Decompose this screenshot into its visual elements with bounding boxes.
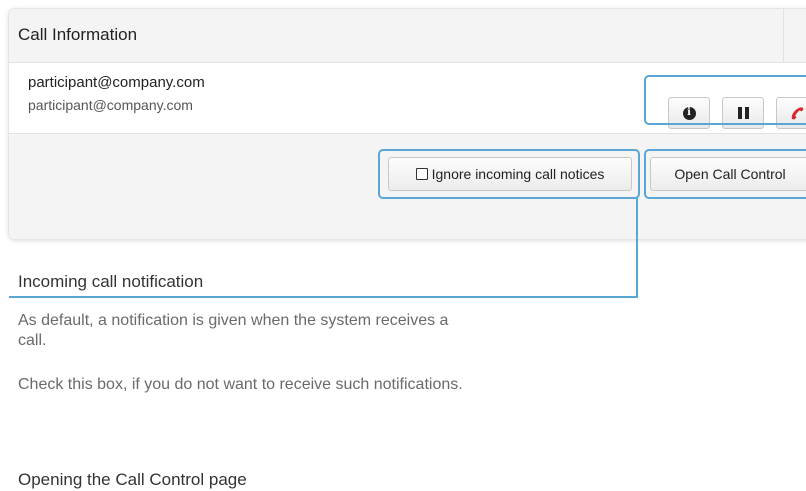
page: Call Information × participant@company.c… xyxy=(0,0,806,491)
close-button[interactable] xyxy=(783,9,806,62)
participant-uri: participant@company.com xyxy=(28,97,193,113)
dialog-header: Call Information × xyxy=(9,9,806,63)
ignore-notices-highlight xyxy=(378,149,640,199)
incoming-checkbox-paragraph: Check this box, if you do not want to re… xyxy=(18,376,463,393)
participant-name: participant@company.com xyxy=(28,74,205,91)
open-call-control-highlight xyxy=(644,149,806,199)
callout-connector-line xyxy=(636,198,638,296)
incoming-call-notification-heading: Incoming call notification xyxy=(18,272,204,291)
dialog-title: Call Information xyxy=(18,25,138,44)
opening-call-control-heading: Opening the Call Control page xyxy=(18,470,247,489)
incoming-default-paragraph: As default, a notification is given when… xyxy=(18,312,449,349)
callout-underline xyxy=(9,296,638,298)
call-actions-highlight xyxy=(644,75,806,125)
